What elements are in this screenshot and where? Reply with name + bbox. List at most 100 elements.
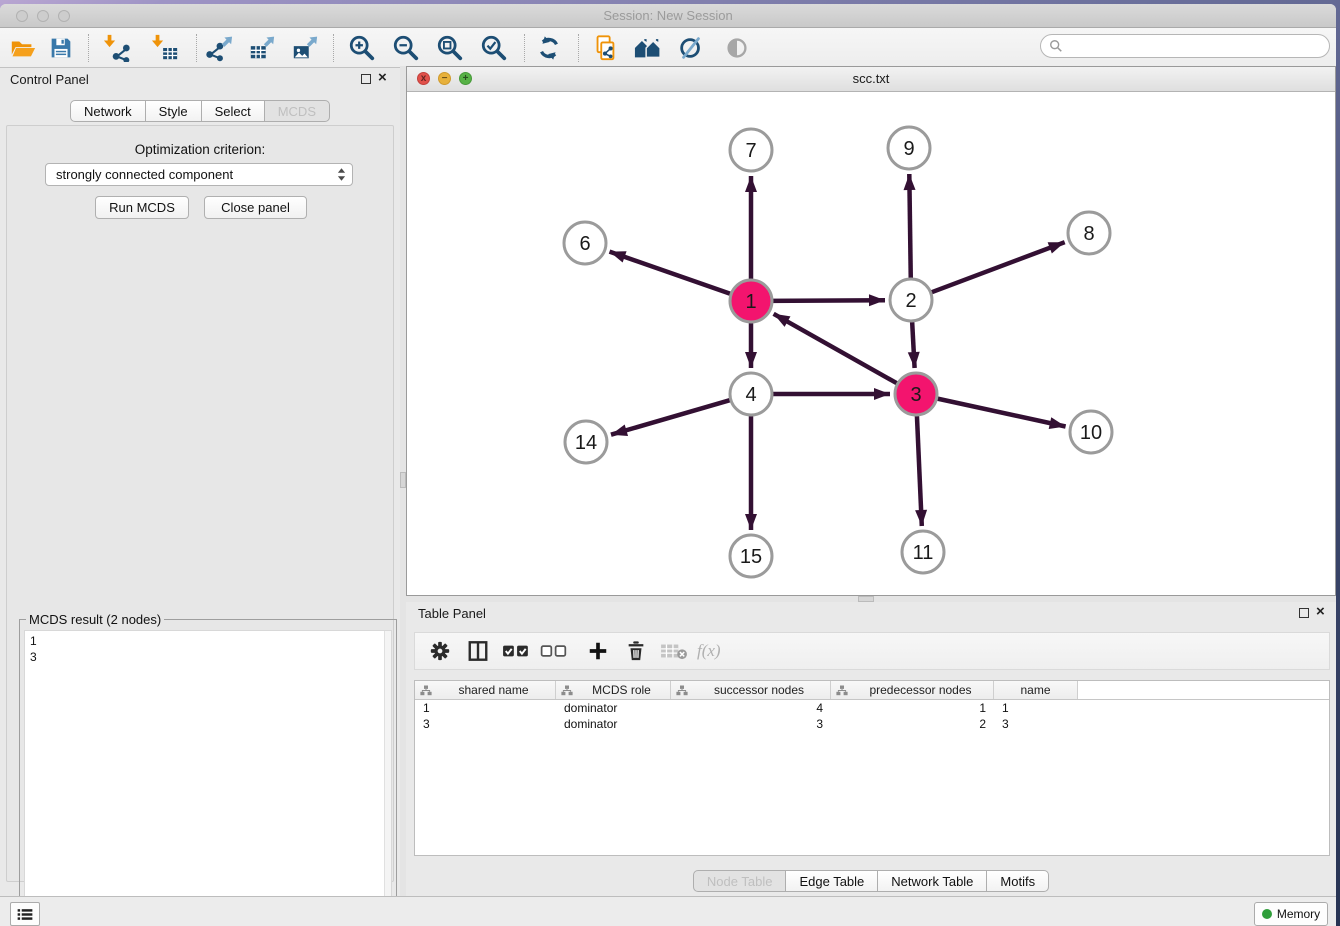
graph-edge-1-2[interactable] xyxy=(770,300,885,301)
close-panel-button[interactable]: Close panel xyxy=(204,196,307,219)
cell-name[interactable]: 1 xyxy=(994,701,1078,715)
graph-edge-2-3[interactable] xyxy=(912,319,915,368)
cell-shared-name[interactable]: 3 xyxy=(415,717,556,731)
task-history-button[interactable] xyxy=(10,902,40,926)
svg-text:10: 10 xyxy=(1080,422,1102,444)
zoom-out-button[interactable] xyxy=(389,32,423,64)
tab-network[interactable]: Network xyxy=(70,100,146,122)
tab-edge-table[interactable]: Edge Table xyxy=(785,870,878,892)
cell-MCDS-role[interactable]: dominator xyxy=(556,701,671,715)
node-table[interactable]: shared nameMCDS rolesuccessor nodesprede… xyxy=(414,680,1330,856)
clone-network-button[interactable] xyxy=(588,32,622,64)
column-header-MCDS-role[interactable]: MCDS role xyxy=(556,681,671,699)
tab-mcds[interactable]: MCDS xyxy=(264,100,330,122)
function-builder-button-disabled: f(x) xyxy=(693,641,721,661)
main-toolbar xyxy=(0,28,1336,68)
zoom-in-button[interactable] xyxy=(345,32,379,64)
import-table-button[interactable] xyxy=(148,32,182,64)
search-box[interactable] xyxy=(1040,34,1330,58)
svg-text:14: 14 xyxy=(575,432,597,454)
graph-edge-3-11[interactable] xyxy=(917,413,922,526)
criterion-dropdown[interactable]: strongly connected component xyxy=(45,163,353,186)
cell-successor-nodes[interactable]: 4 xyxy=(671,701,831,715)
table-row[interactable]: 1dominator411 xyxy=(415,700,1329,716)
export-image-button[interactable] xyxy=(288,32,322,64)
open-session-button[interactable] xyxy=(6,32,40,64)
search-input[interactable] xyxy=(1063,36,1329,56)
graph-node-7[interactable]: 7 xyxy=(730,129,772,171)
graph-node-9[interactable]: 9 xyxy=(888,127,930,169)
select-all-button[interactable] xyxy=(497,636,535,666)
mcds-result-textarea[interactable]: 1 3 xyxy=(24,630,392,926)
graph-node-1[interactable]: 1 xyxy=(730,280,772,322)
network-graph[interactable]: 7 9 6 8 1 2 4 3 14 10 15 11 xyxy=(407,92,1335,595)
graph-edge-3-10[interactable] xyxy=(935,398,1066,427)
save-session-button[interactable] xyxy=(44,32,78,64)
svg-text:7: 7 xyxy=(745,140,756,162)
graph-edge-4-14[interactable] xyxy=(611,399,733,434)
graph-node-4[interactable]: 4 xyxy=(730,373,772,415)
graph-edge-1-6[interactable] xyxy=(610,252,734,295)
memory-button[interactable]: Memory xyxy=(1254,902,1328,926)
export-network-button[interactable] xyxy=(202,32,236,64)
table-header-row: shared nameMCDS rolesuccessor nodesprede… xyxy=(415,681,1329,700)
delete-column-button[interactable] xyxy=(617,636,655,666)
float-panel-icon[interactable] xyxy=(361,74,371,84)
column-header-name[interactable]: name xyxy=(994,681,1078,699)
tab-motifs[interactable]: Motifs xyxy=(986,870,1049,892)
combo-chevrons-icon xyxy=(337,167,346,182)
table-settings-button[interactable] xyxy=(421,636,459,666)
tab-network-table[interactable]: Network Table xyxy=(877,870,987,892)
tab-style[interactable]: Style xyxy=(145,100,202,122)
close-panel-icon[interactable]: × xyxy=(1316,603,1325,621)
network-canvas[interactable]: 7 9 6 8 1 2 4 3 14 10 15 11 xyxy=(407,92,1335,595)
zoom-fit-button[interactable] xyxy=(433,32,467,64)
window-titlebar[interactable]: Session: New Session xyxy=(0,4,1336,28)
cell-predecessor-nodes[interactable]: 1 xyxy=(831,701,994,715)
style-toggle-button[interactable] xyxy=(674,32,708,64)
close-panel-icon[interactable]: × xyxy=(378,69,387,87)
network-window-titlebar[interactable]: x − + scc.txt xyxy=(407,67,1335,92)
graph-node-2[interactable]: 2 xyxy=(890,279,932,321)
graph-node-10[interactable]: 10 xyxy=(1070,411,1112,453)
cell-shared-name[interactable]: 1 xyxy=(415,701,556,715)
import-network-button[interactable] xyxy=(100,32,134,64)
apply-layout-button[interactable] xyxy=(532,32,566,64)
deselect-all-button[interactable] xyxy=(535,636,573,666)
result-scrollbar[interactable] xyxy=(384,631,391,926)
export-table-button[interactable] xyxy=(245,32,279,64)
show-columns-button[interactable] xyxy=(459,636,497,666)
graph-edge-2-9[interactable] xyxy=(909,174,911,281)
home-views-button[interactable] xyxy=(631,32,665,64)
cell-name[interactable]: 3 xyxy=(994,717,1078,731)
window-title: Session: New Session xyxy=(0,8,1336,23)
cell-predecessor-nodes[interactable]: 2 xyxy=(831,717,994,731)
show-hide-button[interactable] xyxy=(720,32,754,64)
zoom-fit-icon xyxy=(436,34,464,62)
graph-node-3[interactable]: 3 xyxy=(895,373,937,415)
zoom-selected-button[interactable] xyxy=(477,32,511,64)
cell-MCDS-role[interactable]: dominator xyxy=(556,717,671,731)
column-header-shared-name[interactable]: shared name xyxy=(415,681,556,699)
column-header-predecessor-nodes[interactable]: predecessor nodes xyxy=(831,681,994,699)
graph-node-6[interactable]: 6 xyxy=(564,222,606,264)
graph-node-11[interactable]: 11 xyxy=(902,531,944,573)
cell-successor-nodes[interactable]: 3 xyxy=(671,717,831,731)
tab-select[interactable]: Select xyxy=(201,100,265,122)
graph-edge-3-1[interactable] xyxy=(774,314,900,385)
table-row[interactable]: 3dominator323 xyxy=(415,716,1329,732)
control-panel-title: Control Panel xyxy=(10,72,89,87)
column-header-successor-nodes[interactable]: successor nodes xyxy=(671,681,831,699)
graph-node-8[interactable]: 8 xyxy=(1068,212,1110,254)
svg-text:4: 4 xyxy=(745,384,756,406)
create-column-button[interactable] xyxy=(579,636,617,666)
tab-node-table[interactable]: Node Table xyxy=(693,870,787,892)
svg-text:2: 2 xyxy=(905,290,916,312)
float-panel-icon[interactable] xyxy=(1299,608,1309,618)
toolbar-separator xyxy=(524,34,525,62)
table-panel-header: Table Panel × xyxy=(406,600,1336,626)
graph-edge-2-8[interactable] xyxy=(929,242,1065,293)
run-mcds-button[interactable]: Run MCDS xyxy=(95,196,189,219)
graph-node-15[interactable]: 15 xyxy=(730,535,772,577)
graph-node-14[interactable]: 14 xyxy=(565,421,607,463)
